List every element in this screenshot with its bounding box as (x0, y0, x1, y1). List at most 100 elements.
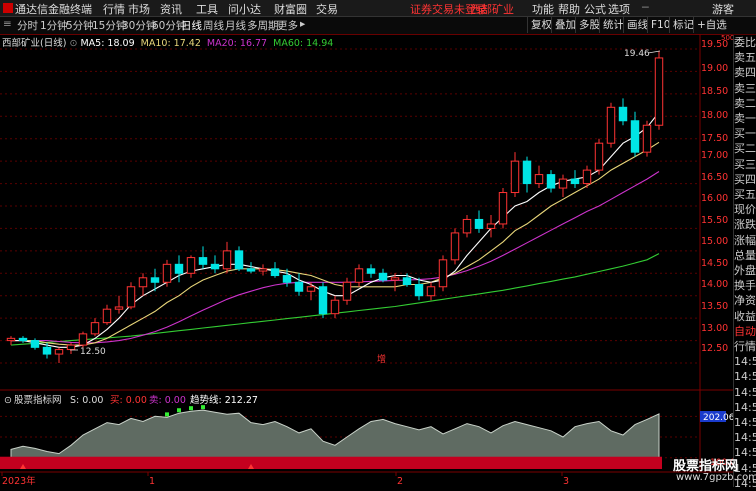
side-panel-item[interactable]: 自动 (734, 324, 756, 339)
side-panel-item: 买二 (734, 142, 756, 156)
side-panel-item: 14:56 (734, 416, 756, 430)
chart-canvas[interactable]: 19.46 12.50 增 ⊙ 股票指标网 S: 0.00 买: 0.00 卖:… (0, 34, 733, 487)
price-tick: 16.50 (701, 172, 729, 183)
candle-down (234, 250, 244, 270)
minimize-icon[interactable]: ─ (642, 1, 649, 14)
sell-marker-icon (177, 408, 181, 413)
user-label[interactable]: 游客 (712, 1, 734, 17)
side-panel-item: 卖二 (734, 96, 756, 110)
stock-link[interactable]: 西部矿业 (470, 1, 514, 17)
candle-up (78, 333, 88, 346)
candle-down (270, 268, 280, 277)
negative-band (0, 456, 662, 469)
tab-intraday[interactable]: 分时 (17, 18, 38, 33)
menu-item-function[interactable]: 功能 (532, 1, 554, 17)
tab-weekly[interactable]: 周线 (203, 18, 224, 33)
app-logo-icon (3, 3, 13, 13)
candle-up (186, 257, 196, 274)
price-tick: 15.50 (701, 215, 729, 226)
candle-down (18, 337, 28, 342)
candle-up (102, 308, 112, 324)
candle-up (486, 223, 496, 229)
menu-item-tools[interactable]: 工具 (196, 1, 218, 17)
candle-down (42, 346, 52, 355)
side-panel-item: 净资 (734, 294, 756, 308)
quote-side-panel: 委比 卖五 卖四 卖三 卖二 卖一 买一 买二 买三 买四 买五 现价 涨跌 涨幅 总量 外盘 换手 净资 收益 自动… (733, 35, 756, 490)
menu-item-options[interactable]: 选项 (608, 1, 630, 17)
side-panel-item: 买四 (734, 172, 756, 186)
tab-5min[interactable]: 5分钟 (66, 18, 94, 33)
candle-up (606, 106, 616, 144)
candle-up (90, 322, 100, 335)
date-label-jan: 1 (149, 476, 155, 487)
side-panel-item: 买三 (734, 157, 756, 171)
increase-marker: 增 (377, 353, 386, 365)
price-tick: 12.50 (701, 343, 729, 354)
candle-up (426, 286, 436, 297)
side-panel-item: 14:56 (734, 400, 756, 414)
candle-down (402, 277, 412, 286)
toolbar-handle-icon: ≡ (3, 18, 12, 30)
tab-1min[interactable]: 1分钟 (40, 18, 68, 33)
side-panel-item: 14:56 (734, 385, 756, 399)
side-panel-item: 14:56 (734, 431, 756, 445)
candle-down (198, 257, 208, 265)
side-panel-item: 收益 (734, 309, 756, 323)
indicator-s-value: S: 0.00 (70, 395, 103, 406)
indicator-sell-value: 卖: 0.00 (149, 395, 186, 406)
menu-item-market[interactable]: 市场 (128, 1, 150, 17)
side-panel-item: 卖四 (734, 66, 756, 80)
candle-down (282, 275, 292, 283)
candle-up (330, 299, 340, 315)
menu-item-trade[interactable]: 交易 (316, 1, 338, 17)
candle-up (306, 286, 316, 292)
price-tick: 14.00 (701, 279, 729, 290)
candle-down (246, 268, 256, 272)
menu-item-wealth[interactable]: 财富圈 (274, 1, 307, 17)
candle-down (630, 120, 640, 153)
tab-monthly[interactable]: 月线 (225, 18, 246, 33)
candle-up (222, 250, 232, 270)
candle-down (618, 106, 628, 122)
side-panel-item[interactable]: 行情 (734, 339, 756, 354)
candle-down (522, 160, 532, 185)
date-label-feb: 2 (397, 476, 403, 487)
high-pointer (647, 50, 661, 54)
candle-up (162, 263, 172, 283)
menu-item-formula[interactable]: 公式 (584, 1, 606, 17)
tab-multi-period[interactable]: 多周期 (247, 18, 279, 33)
candle-up (438, 259, 448, 288)
more-chevron-icon[interactable]: ▸ (300, 18, 305, 30)
sell-marker-icon (165, 412, 169, 417)
tab-daily[interactable]: 日线 (181, 18, 202, 33)
candle-down (570, 178, 580, 185)
candle-up (66, 344, 76, 351)
menu-item-news[interactable]: 资讯 (160, 1, 182, 17)
add-watchlist-button[interactable]: +自选 (693, 17, 730, 33)
indicator-trend-value: 趋势线: 212.27 (190, 394, 258, 406)
indicator-settings-icon[interactable]: ⊙ (4, 395, 12, 406)
menu-item-help[interactable]: 帮助 (558, 1, 580, 17)
candle-up (258, 268, 268, 272)
side-panel-item: 卖一 (734, 112, 756, 126)
price-tick: 19.50 (701, 39, 729, 50)
side-panel-item: 卖三 (734, 81, 756, 95)
side-panel-item: 买五 (734, 188, 756, 202)
side-panel-item: 14:56 (734, 370, 756, 384)
candle-up (342, 281, 352, 301)
sell-marker-icon (189, 406, 193, 411)
indicator-name: 股票指标网 (14, 394, 62, 406)
menu-item-quotes[interactable]: 行情 (103, 1, 125, 17)
candle-up (54, 349, 64, 355)
date-label-2023: 2023年 (2, 475, 36, 487)
candle-down (174, 263, 184, 274)
menu-item-ask[interactable]: 问小达 (228, 1, 261, 17)
candle-down (210, 263, 220, 270)
candle-down (378, 272, 388, 281)
period-toolbar: ≡ 分时 1分钟 5分钟 15分钟 30分钟 60分钟 日线 周线 月线 多周期… (0, 17, 756, 35)
price-tick: 19.00 (701, 63, 729, 74)
tab-more[interactable]: 更多 (277, 18, 298, 33)
price-tick: 18.00 (701, 110, 729, 121)
candle-up (582, 169, 592, 185)
side-panel-item: 买一 (734, 127, 756, 141)
